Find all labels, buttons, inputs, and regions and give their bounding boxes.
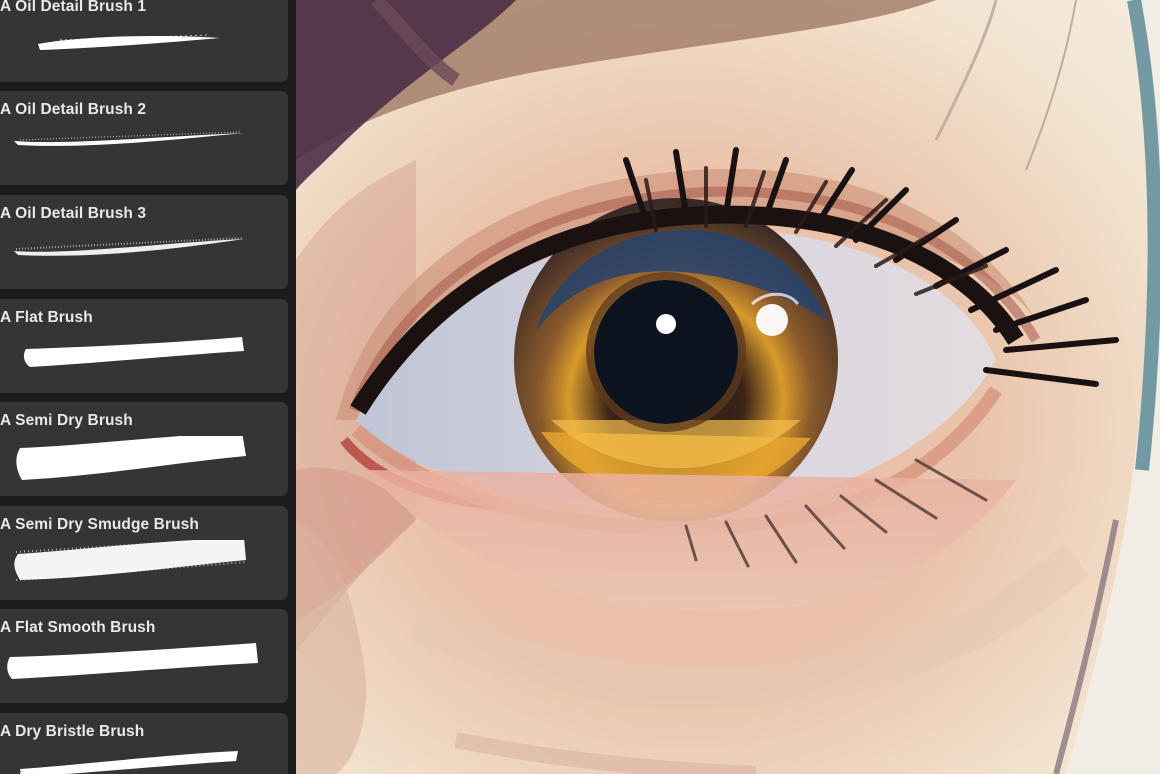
smudge-stroke-icon	[14, 540, 247, 581]
brush-item-dry-bristle[interactable]: A Dry Bristle Brush	[0, 713, 288, 774]
brush-label: A Semi Dry Brush	[0, 412, 133, 429]
flat-solid-stroke-icon	[23, 337, 245, 367]
brush-label: A Flat Smooth Brush	[0, 619, 156, 636]
brush-item-semi-dry[interactable]: A Semi Dry Brush	[0, 402, 288, 496]
thin-tapered-stroke-icon	[38, 34, 220, 50]
painting-canvas[interactable]	[296, 0, 1160, 774]
brush-label: A Oil Detail Brush 1	[0, 0, 147, 15]
painted-eye-artwork	[296, 0, 1160, 774]
brush-label: A Oil Detail Brush 3	[0, 205, 147, 222]
thin-grainy-stroke-icon	[14, 237, 244, 256]
brush-item-oil-detail-3[interactable]: A Oil Detail Brush 3	[0, 195, 288, 289]
dry-bristle-stroke-icon	[19, 751, 238, 774]
brush-item-flat-smooth[interactable]: A Flat Smooth Brush	[0, 609, 288, 703]
brush-item-semi-dry-smudge[interactable]: A Semi Dry Smudge Brush	[0, 506, 288, 600]
thin-textured-stroke-icon	[14, 131, 244, 146]
brush-item-flat[interactable]: A Flat Brush	[0, 299, 288, 393]
brush-label: A Dry Bristle Brush	[0, 723, 145, 740]
brush-item-oil-detail-2[interactable]: A Oil Detail Brush 2	[0, 91, 288, 185]
brush-item-oil-detail-1[interactable]: A Oil Detail Brush 1	[0, 0, 288, 82]
semi-dry-stroke-icon	[16, 436, 246, 480]
flat-smooth-stroke-icon	[7, 643, 258, 679]
brush-library-panel: A Oil Detail Brush 1 A Oil Detail Brush …	[0, 0, 296, 774]
brush-label: A Flat Brush	[0, 309, 93, 326]
brush-label: A Semi Dry Smudge Brush	[0, 516, 199, 533]
brush-label: A Oil Detail Brush 2	[0, 101, 147, 118]
